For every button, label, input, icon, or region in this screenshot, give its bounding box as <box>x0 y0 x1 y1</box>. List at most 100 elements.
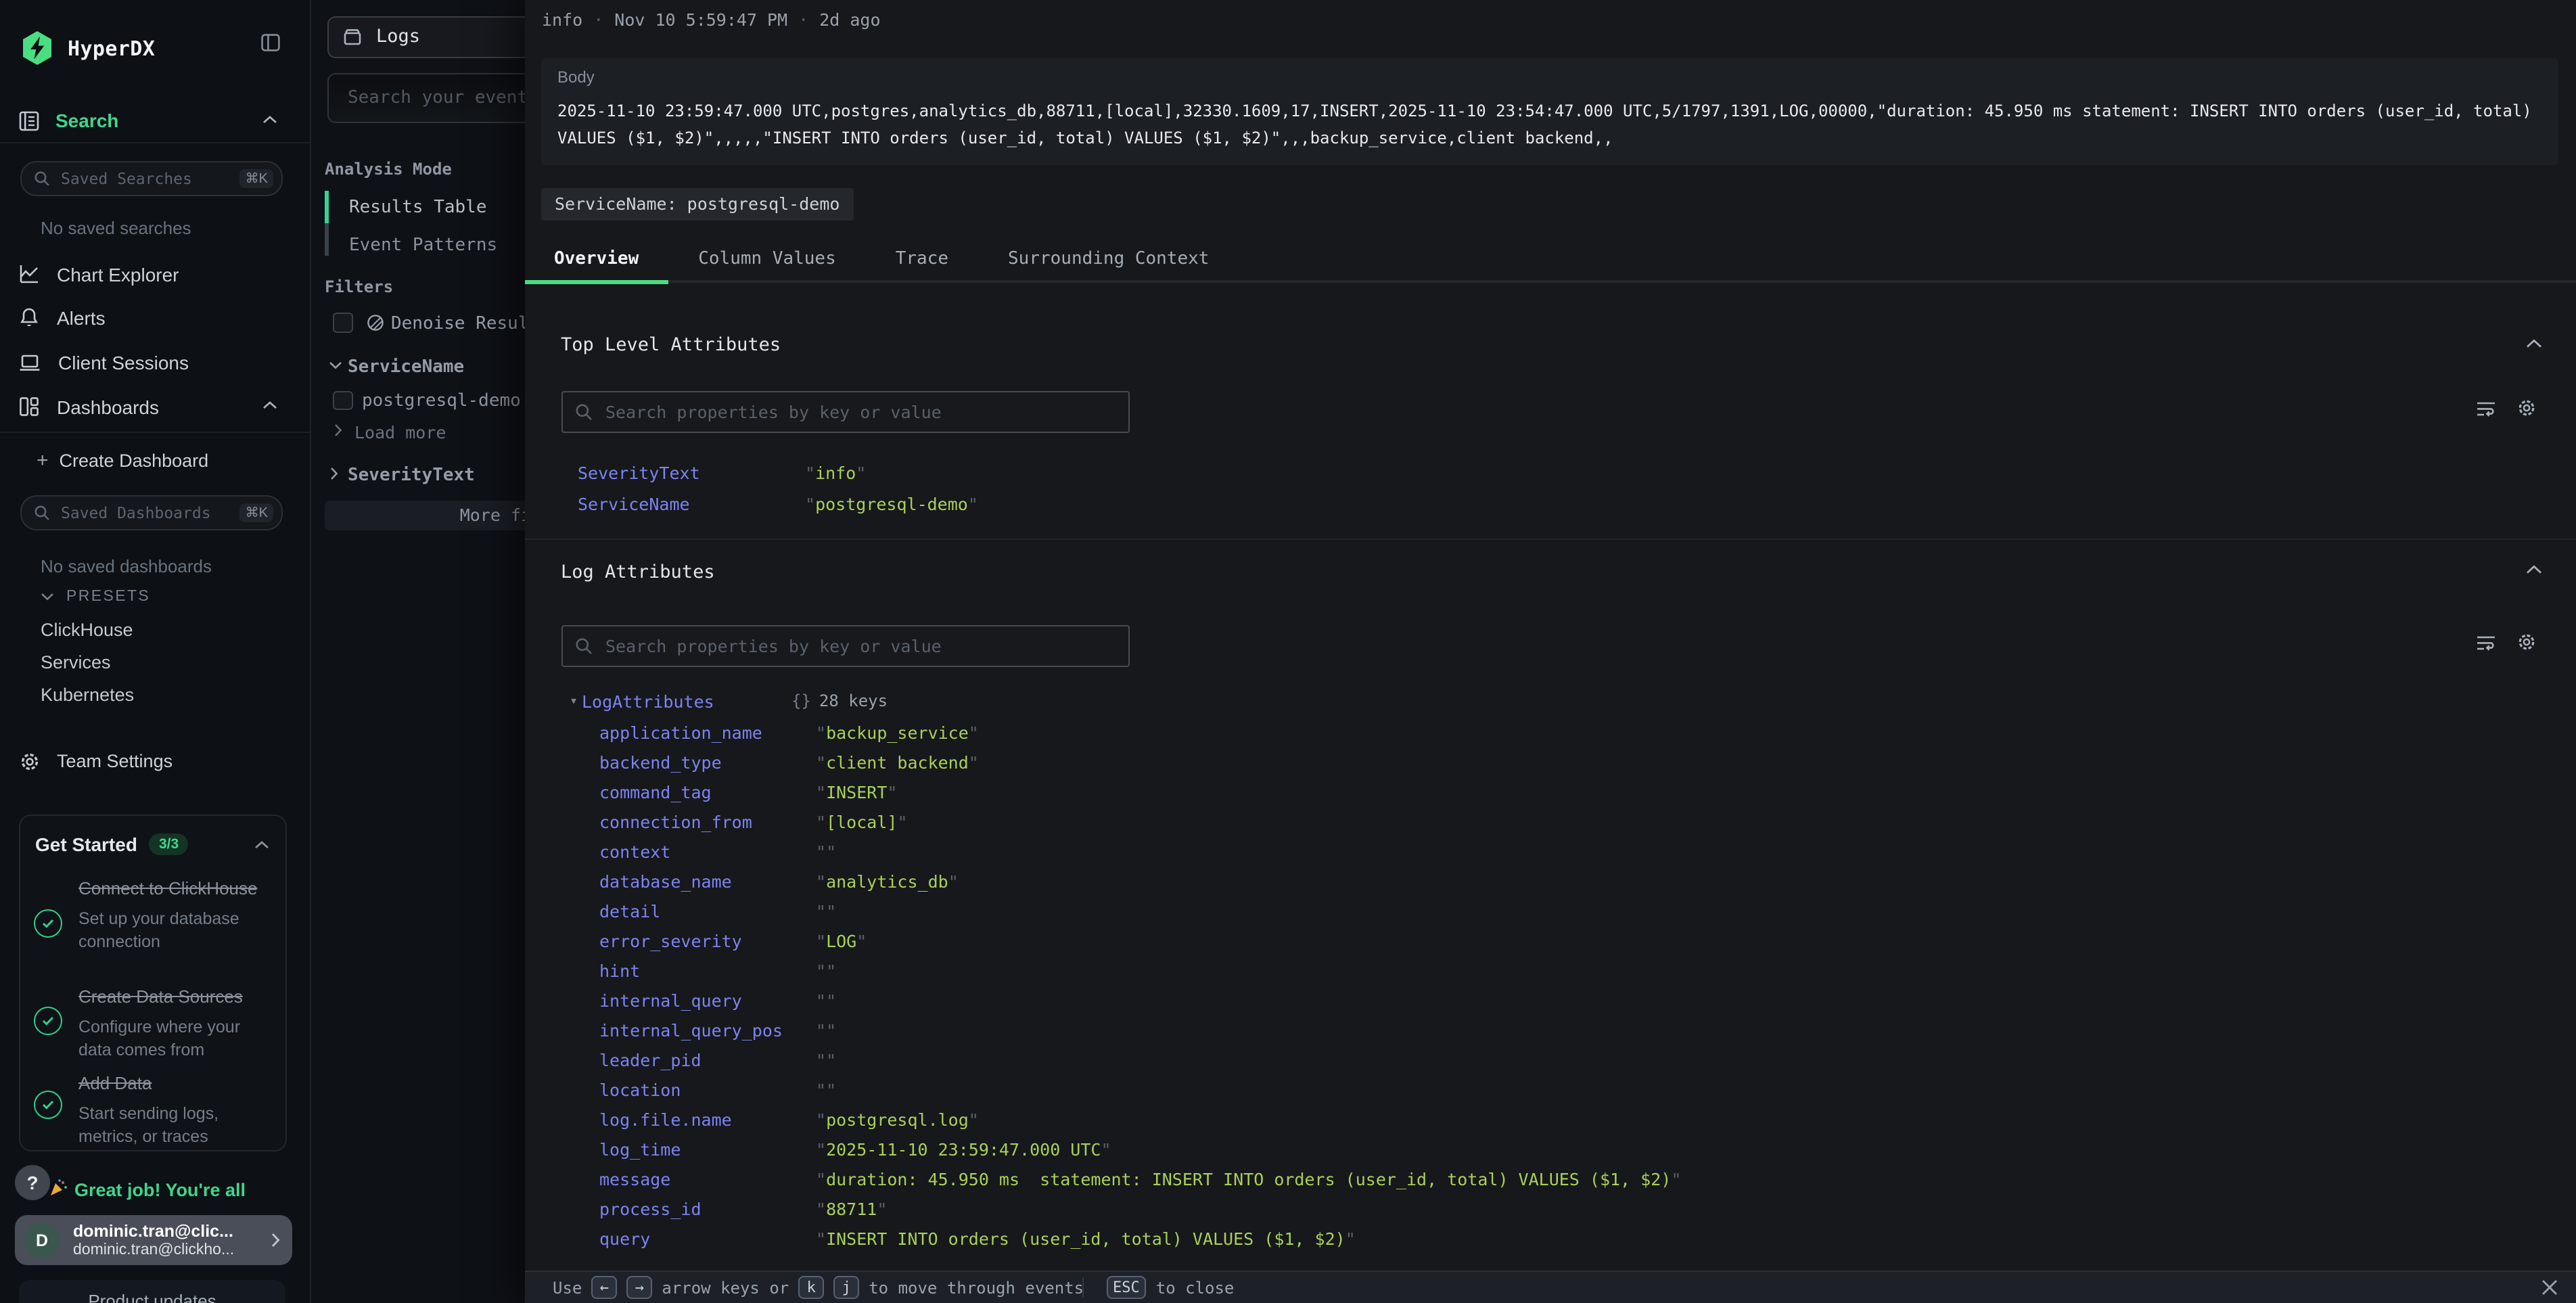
filter-group-servicename[interactable]: ServiceName <box>348 357 464 377</box>
mode-event-patterns[interactable]: Event Patterns <box>349 235 497 256</box>
log-attributes-root-row[interactable]: ▾ LogAttributes {}28 keys <box>524 686 2576 716</box>
sidebar-item-alerts[interactable]: Alerts <box>19 306 106 329</box>
presets-toggle[interactable]: PRESETS <box>41 589 150 605</box>
chevron-up-icon[interactable] <box>262 401 277 410</box>
attribute-value[interactable]: [local] <box>816 812 908 832</box>
attribute-value[interactable] <box>816 842 836 862</box>
attribute-value[interactable] <box>816 901 836 921</box>
gear-icon[interactable] <box>2516 632 2537 652</box>
attribute-key[interactable]: internal_query <box>599 990 816 1011</box>
attribute-row: context <box>524 837 2576 867</box>
filter-group-severitytext[interactable]: SeverityText <box>348 465 475 485</box>
create-dashboard-button[interactable]: + Create Dashboard <box>37 451 208 471</box>
get-started-item[interactable]: Add Data Start sending logs, metrics, or… <box>78 1070 271 1149</box>
saved-searches-input[interactable]: ⌘K <box>20 161 283 196</box>
wrap-lines-icon[interactable] <box>2476 401 2496 418</box>
denoise-checkbox[interactable] <box>333 313 352 332</box>
attribute-value[interactable]: info <box>805 463 866 483</box>
attribute-value[interactable]: analytics_db <box>816 871 959 892</box>
filter-value-postgresql-demo[interactable]: postgresql-demo <box>362 391 521 411</box>
saved-dashboards-field[interactable] <box>58 502 232 524</box>
attribute-value[interactable]: INSERT <box>816 782 897 802</box>
attribute-key[interactable]: database_name <box>599 871 816 892</box>
tab-trace[interactable]: Trace <box>866 238 978 280</box>
mode-results-table[interactable]: Results Table <box>349 198 487 218</box>
chevron-up-icon[interactable] <box>2526 564 2542 575</box>
get-started-item[interactable]: Create Data Sources Configure where your… <box>78 984 271 1063</box>
attribute-key[interactable]: process_id <box>599 1199 816 1219</box>
sidebar-item-team-settings[interactable]: Team Settings <box>19 750 172 773</box>
attribute-value[interactable]: postgresql.log <box>816 1110 979 1130</box>
saved-dashboards-input[interactable]: ⌘K <box>20 495 283 530</box>
body-text[interactable]: 2025-11-10 23:59:47.000 UTC,postgres,ana… <box>557 97 2542 152</box>
chevron-right-icon[interactable] <box>330 467 338 480</box>
top-level-search-input[interactable] <box>603 401 1116 424</box>
sidebar-item-dashboards[interactable]: Dashboards <box>19 395 159 418</box>
attribute-value[interactable] <box>816 1050 836 1070</box>
product-updates-card[interactable]: Product updates <box>19 1280 285 1303</box>
get-started-item[interactable]: Connect to ClickHouse Set up your databa… <box>78 875 271 955</box>
preset-item-services[interactable]: Services <box>41 652 111 672</box>
wrap-lines-icon[interactable] <box>2476 635 2496 652</box>
preset-item-kubernetes[interactable]: Kubernetes <box>41 685 134 705</box>
attribute-value[interactable]: 2025-11-10 23:59:47.000 UTC <box>816 1139 1111 1160</box>
attribute-key[interactable]: query <box>599 1229 816 1249</box>
service-name-chip[interactable]: ServiceName: postgresql-demo <box>541 188 853 220</box>
attribute-key[interactable]: LogAttributes <box>582 691 714 711</box>
sidebar-item-search[interactable]: Search <box>19 110 118 131</box>
attribute-value[interactable] <box>816 1080 836 1100</box>
shortcut-badge: ⌘K <box>240 503 273 522</box>
attribute-key[interactable]: application_name <box>599 723 816 743</box>
gear-icon[interactable] <box>2516 398 2537 418</box>
attribute-value[interactable]: postgresql-demo <box>805 494 978 514</box>
attribute-key[interactable]: log_time <box>599 1139 816 1160</box>
attribute-key[interactable]: detail <box>599 901 816 921</box>
sidebar-collapse-icon[interactable] <box>261 34 280 51</box>
load-more-button[interactable]: Load more <box>354 421 446 442</box>
attribute-key[interactable]: ServiceName <box>578 494 805 514</box>
chevron-down-icon[interactable] <box>329 361 342 369</box>
chevron-up-icon[interactable] <box>2526 338 2542 349</box>
attribute-value[interactable]: INSERT INTO orders (user_id, total) VALU… <box>816 1229 1356 1249</box>
attribute-key[interactable]: location <box>599 1080 816 1100</box>
preset-item-clickhouse[interactable]: ClickHouse <box>41 620 133 640</box>
postgresql-demo-checkbox[interactable] <box>333 390 352 410</box>
attribute-key[interactable]: leader_pid <box>599 1050 816 1070</box>
no-saved-dashboards-text: No saved dashboards <box>41 556 212 576</box>
attribute-value[interactable]: LOG <box>816 931 867 951</box>
brand-name: HyperDX <box>68 36 155 60</box>
sidebar-item-client-sessions[interactable]: Client Sessions <box>19 350 189 373</box>
sidebar-item-label: Chart Explorer <box>57 263 179 285</box>
sidebar-item-chart-explorer[interactable]: Chart Explorer <box>19 262 179 285</box>
attribute-value[interactable]: duration: 45.950 ms statement: INSERT IN… <box>816 1169 1681 1189</box>
attribute-value[interactable]: 88711 <box>816 1199 887 1219</box>
close-icon[interactable] <box>2541 1279 2558 1296</box>
tab-surrounding-context[interactable]: Surrounding Context <box>978 238 1239 280</box>
attribute-key[interactable]: context <box>599 842 816 862</box>
attribute-key[interactable]: connection_from <box>599 812 816 832</box>
top-level-search-box[interactable] <box>561 390 1129 433</box>
chevron-up-icon[interactable] <box>262 115 277 124</box>
chevron-up-icon[interactable] <box>254 840 269 850</box>
attribute-key[interactable]: message <box>599 1169 816 1189</box>
attribute-key[interactable]: log.file.name <box>599 1110 816 1130</box>
help-button[interactable]: ? <box>15 1165 50 1200</box>
log-attributes-search-box[interactable] <box>561 624 1129 667</box>
attribute-value[interactable] <box>816 1020 836 1041</box>
user-menu[interactable]: D dominic.tran@clic... dominic.tran@clic… <box>15 1215 292 1265</box>
attribute-key[interactable]: backend_type <box>599 752 816 773</box>
tree-expand-icon[interactable]: ▾ <box>570 693 582 708</box>
attribute-key[interactable]: error_severity <box>599 931 816 951</box>
attribute-value[interactable]: backup_service <box>816 723 979 743</box>
tab-overview[interactable]: Overview <box>524 238 668 280</box>
attribute-value[interactable]: client backend <box>816 752 979 773</box>
attribute-key[interactable]: internal_query_pos <box>599 1020 816 1041</box>
log-attributes-search-input[interactable] <box>603 635 1116 658</box>
attribute-value[interactable] <box>816 961 836 981</box>
tab-column-values[interactable]: Column Values <box>668 238 866 280</box>
attribute-key[interactable]: hint <box>599 961 816 981</box>
attribute-key[interactable]: SeverityText <box>578 463 805 483</box>
attribute-value[interactable] <box>816 990 836 1011</box>
saved-searches-field[interactable] <box>58 168 232 189</box>
attribute-key[interactable]: command_tag <box>599 782 816 802</box>
